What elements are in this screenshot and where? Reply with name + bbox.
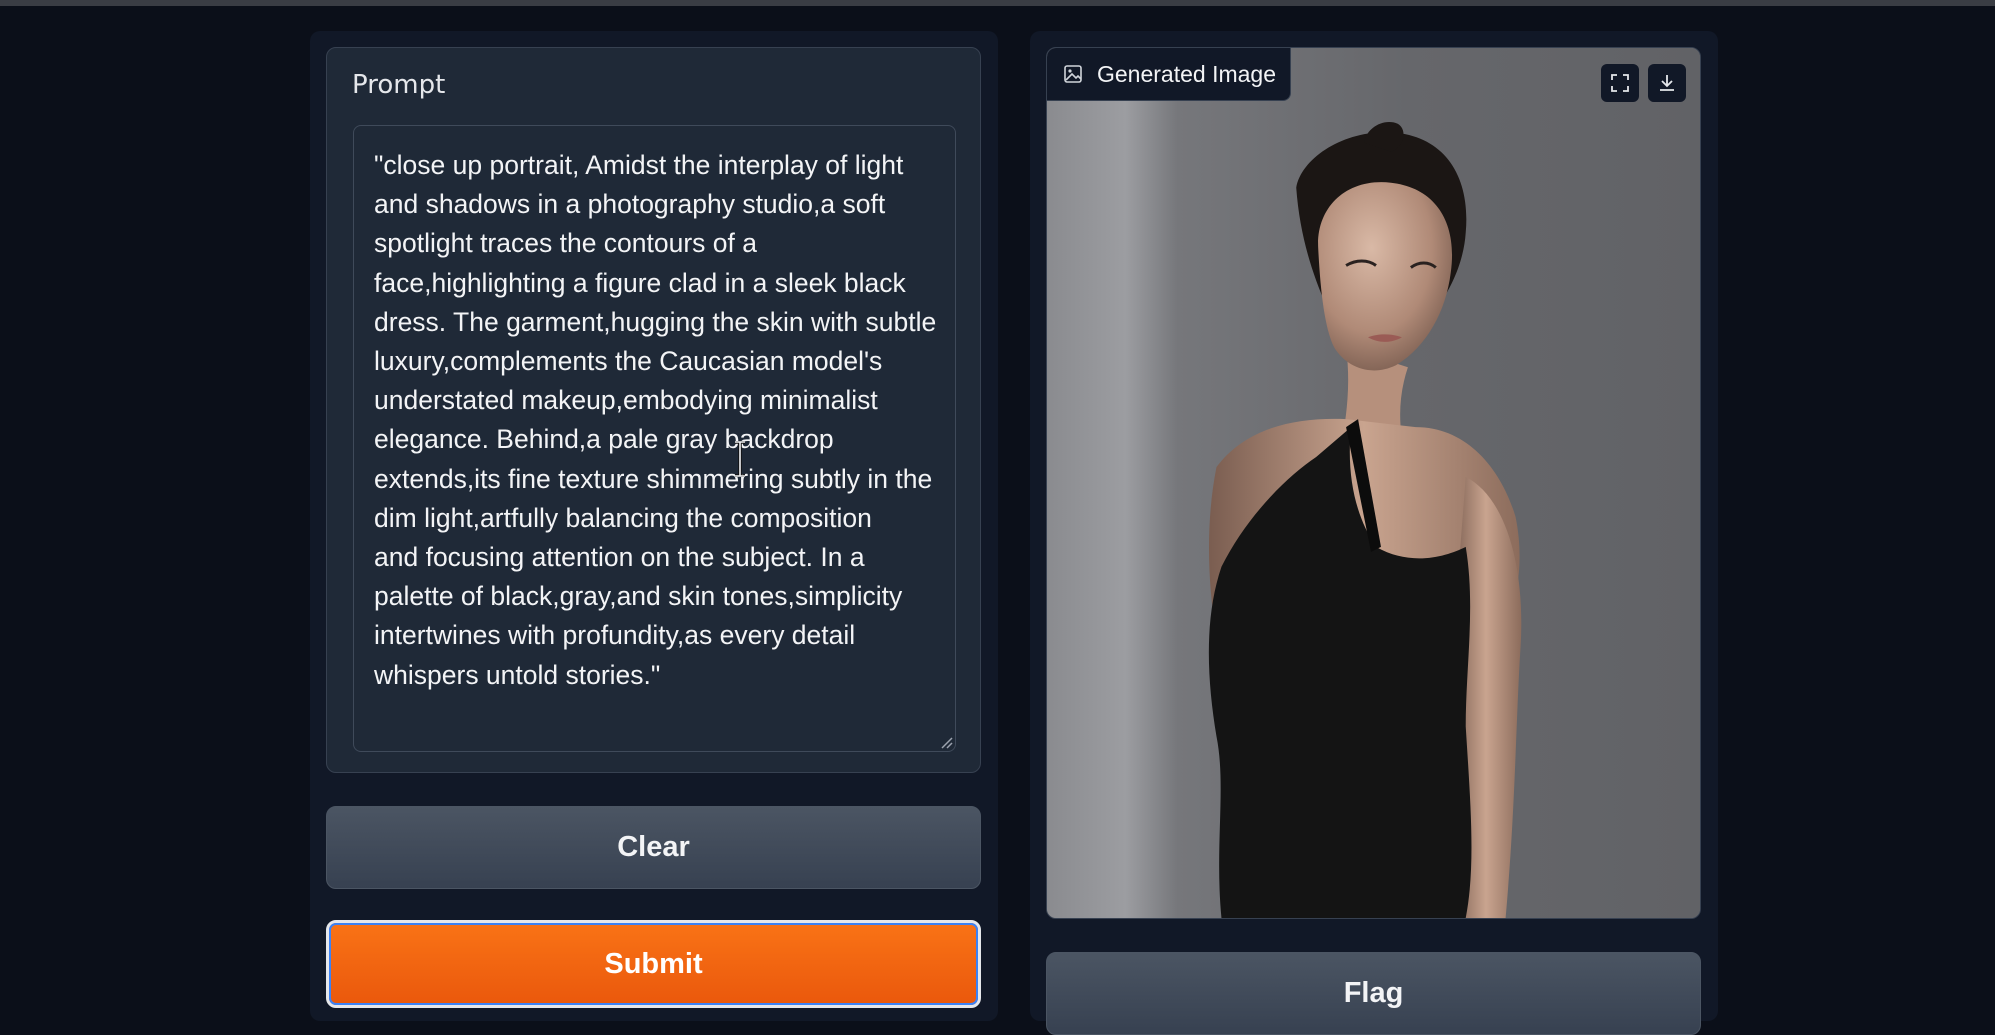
generated-image-title: Generated Image xyxy=(1097,60,1277,87)
submit-button[interactable]: Submit xyxy=(326,920,981,1008)
prompt-text[interactable]: "close up portrait, Amidst the interplay… xyxy=(374,146,946,695)
top-strip xyxy=(0,0,1995,6)
clear-button[interactable]: Clear xyxy=(326,806,981,889)
generated-image-block: Generated Image xyxy=(1046,47,1701,919)
generated-portrait-image xyxy=(1047,48,1700,918)
fullscreen-icon xyxy=(1611,74,1629,92)
prompt-block: Prompt "close up portrait, Amidst the in… xyxy=(326,47,981,773)
image-icon xyxy=(1064,65,1082,83)
text-cursor-icon xyxy=(735,441,745,477)
generated-image-label: Generated Image xyxy=(1047,48,1292,101)
prompt-textarea[interactable]: "close up portrait, Amidst the interplay… xyxy=(353,125,956,752)
flag-button[interactable]: Flag xyxy=(1046,952,1701,1035)
fullscreen-button[interactable] xyxy=(1601,64,1639,102)
prompt-label: Prompt xyxy=(352,70,446,100)
resize-handle-icon[interactable] xyxy=(939,735,953,749)
download-icon xyxy=(1660,75,1674,91)
download-button[interactable] xyxy=(1648,64,1686,102)
